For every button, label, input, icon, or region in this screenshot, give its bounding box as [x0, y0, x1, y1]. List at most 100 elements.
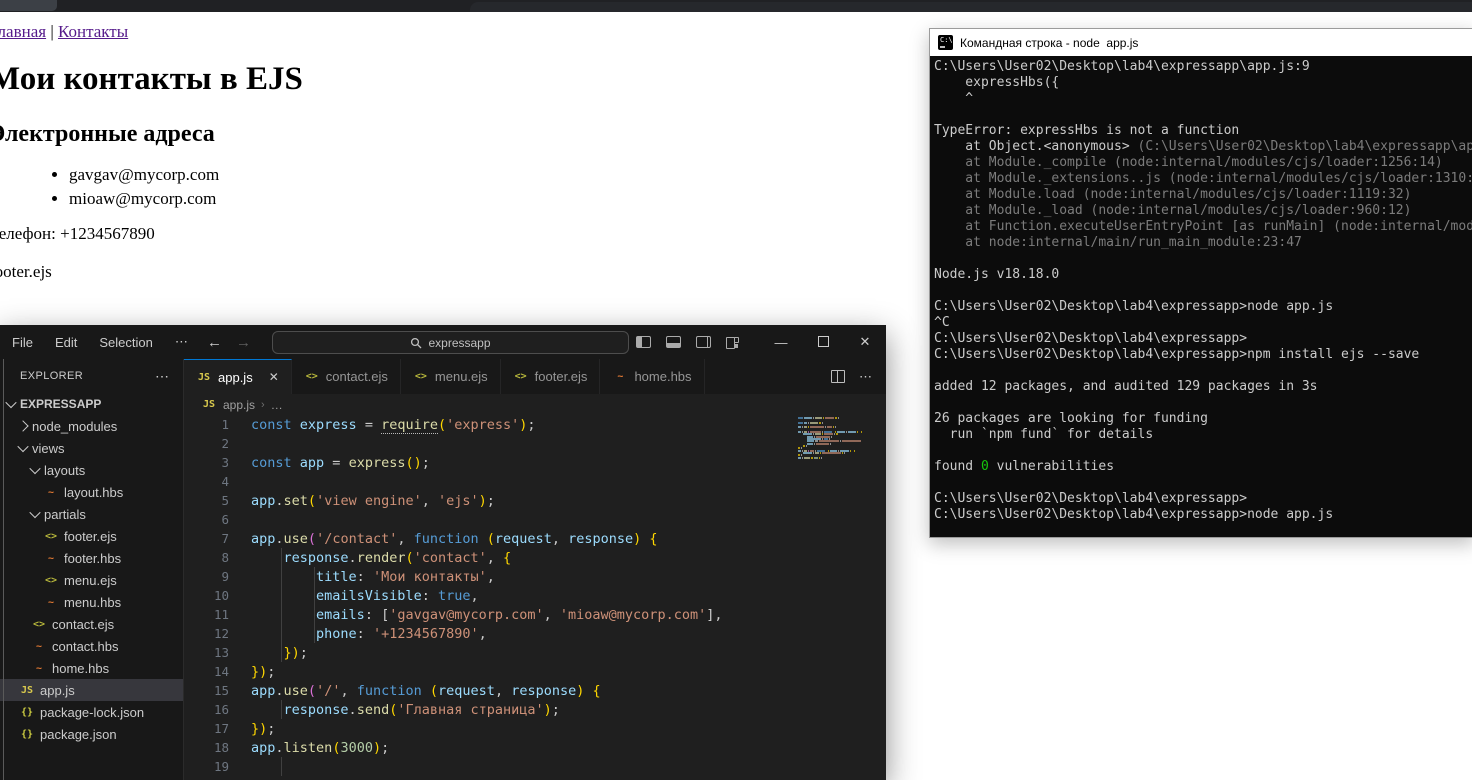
- minimap[interactable]: [798, 417, 862, 461]
- code-line-12[interactable]: 12 phone: '+1234567890',: [184, 624, 886, 643]
- tree-item-layout.hbs[interactable]: ~layout.hbs: [0, 481, 183, 503]
- footer-line: footer.ejs: [0, 262, 929, 282]
- tab-label: contact.ejs: [326, 369, 388, 384]
- close-button[interactable]: ✕: [844, 334, 886, 350]
- code-line-3[interactable]: 3const app = express();: [184, 453, 886, 472]
- tree-item-home.hbs[interactable]: ~home.hbs: [0, 657, 183, 679]
- code-line-7[interactable]: 7app.use('/contact', function (request, …: [184, 529, 886, 548]
- editor-tab-app.js[interactable]: JSapp.js✕: [184, 359, 292, 394]
- nav-link-contacts[interactable]: Контакты: [58, 22, 128, 41]
- code-line-8[interactable]: 8 response.render('contact', {: [184, 548, 886, 567]
- breadcrumb[interactable]: JS app.js › …: [184, 394, 886, 415]
- code-line-11[interactable]: 11 emails: ['gavgav@mycorp.com', 'mioaw@…: [184, 605, 886, 624]
- chevron-right-icon: ›: [261, 399, 265, 411]
- editor-tab-contact.ejs[interactable]: <>contact.ejs: [292, 359, 401, 394]
- terminal-line: at Module._load (node:internal/modules/c…: [934, 203, 1472, 219]
- editor-tab-home.hbs[interactable]: ~home.hbs: [600, 359, 704, 394]
- menu-item-file[interactable]: File: [1, 335, 44, 350]
- window-controls: — ✕: [760, 325, 886, 359]
- code-line-16[interactable]: 16 response.send('Главная страница');: [184, 700, 886, 719]
- tree-item-label: views: [32, 441, 65, 456]
- forward-arrow-icon[interactable]: →: [236, 334, 251, 351]
- code-line-14[interactable]: 14});: [184, 662, 886, 681]
- editor-tab-footer.ejs[interactable]: <>footer.ejs: [501, 359, 601, 394]
- layout-controls: [636, 325, 740, 359]
- code-line-6[interactable]: 6: [184, 510, 886, 529]
- code-line-18[interactable]: 18app.listen(3000);: [184, 738, 886, 757]
- nav-link-home[interactable]: Главная: [0, 22, 46, 41]
- code-line-4[interactable]: 4: [184, 472, 886, 491]
- tree-item-app.js[interactable]: JSapp.js: [0, 679, 183, 701]
- terminal-line: at Module._extensions..js (node:internal…: [934, 171, 1472, 187]
- tree-item-menu.ejs[interactable]: <>menu.ejs: [0, 569, 183, 591]
- cmd-output[interactable]: C:\Users\User02\Desktop\lab4\expressapp\…: [930, 56, 1472, 537]
- code-line-5[interactable]: 5app.set('view engine', 'ejs');: [184, 491, 886, 510]
- terminal-line: at Object.<anonymous> (C:\Users\User02\D…: [934, 139, 1472, 155]
- line-number: 3: [184, 455, 229, 470]
- code-line-2[interactable]: 2: [184, 434, 886, 453]
- tree-item-package-lock.json[interactable]: {}package-lock.json: [0, 701, 183, 723]
- code-line-9[interactable]: 9 title: 'Мои контакты',: [184, 567, 886, 586]
- editor-tab-menu.ejs[interactable]: <>menu.ejs: [401, 359, 501, 394]
- browser-tab-fragment-right[interactable]: [470, 2, 1472, 12]
- line-number: 7: [184, 531, 229, 546]
- tree-item-contact.hbs[interactable]: ~contact.hbs: [0, 635, 183, 657]
- line-number: 17: [184, 721, 229, 736]
- menu-item-⋯[interactable]: ⋯: [164, 334, 199, 350]
- menu-item-selection[interactable]: Selection: [88, 335, 163, 350]
- code-line-1[interactable]: 1const express = require('express');: [184, 415, 886, 434]
- code-line-19[interactable]: 19: [184, 757, 886, 776]
- line-number: 8: [184, 550, 229, 565]
- code-line-17[interactable]: 17});: [184, 719, 886, 738]
- terminal-line: C:\Users\User02\Desktop\lab4\expressapp>…: [934, 347, 1472, 363]
- back-arrow-icon[interactable]: ←: [207, 334, 222, 351]
- cmd-title-bar[interactable]: Командная строка - node app.js: [930, 29, 1472, 56]
- tree-item-views[interactable]: views: [0, 437, 183, 459]
- line-number: 9: [184, 569, 229, 584]
- maximize-button[interactable]: [802, 335, 844, 350]
- split-editor-icon[interactable]: [831, 370, 845, 383]
- terminal-line: at Function.executeUserEntryPoint [as ru…: [934, 219, 1472, 235]
- terminal-line: [934, 475, 1472, 491]
- minimize-button[interactable]: —: [760, 335, 802, 350]
- close-icon[interactable]: ✕: [269, 370, 279, 384]
- browser-tab-fragment[interactable]: [0, 0, 57, 11]
- terminal-line: run `npm fund` for details: [934, 427, 1472, 443]
- code-line-10[interactable]: 10 emailsVisible: true,: [184, 586, 886, 605]
- ejs-file-icon: <>: [43, 575, 59, 586]
- tree-root-expressapp[interactable]: EXPRESSAPP: [0, 393, 183, 415]
- tree-item-layouts[interactable]: layouts: [0, 459, 183, 481]
- code-line-15[interactable]: 15app.use('/', function (request, respon…: [184, 681, 886, 700]
- menu-item-edit[interactable]: Edit: [44, 335, 88, 350]
- explorer-more-actions[interactable]: ⋯: [155, 368, 169, 385]
- tree-item-package.json[interactable]: {}package.json: [0, 723, 183, 745]
- command-center-search[interactable]: expressapp: [272, 331, 629, 354]
- code-text: response.render('contact', {: [229, 550, 511, 566]
- toggle-secondary-sidebar-icon[interactable]: [696, 336, 711, 348]
- tree-item-footer.hbs[interactable]: ~footer.hbs: [0, 547, 183, 569]
- tree-item-partials[interactable]: partials: [0, 503, 183, 525]
- toggle-sidebar-icon[interactable]: [636, 336, 651, 348]
- tree-item-label: footer.ejs: [64, 529, 117, 544]
- tree-item-footer.ejs[interactable]: <>footer.ejs: [0, 525, 183, 547]
- tree-item-label: menu.hbs: [64, 595, 121, 610]
- chevron-down-icon: [29, 507, 40, 518]
- customize-layout-icon[interactable]: [726, 336, 740, 348]
- tree-item-menu.hbs[interactable]: ~menu.hbs: [0, 591, 183, 613]
- tree-item-label: node_modules: [32, 419, 117, 434]
- vscode-title-bar: FileEditSelection⋯ ← → expressapp — ✕: [0, 325, 886, 359]
- tree-item-contact.ejs[interactable]: <>contact.ejs: [0, 613, 183, 635]
- code-line-13[interactable]: 13 });: [184, 643, 886, 662]
- line-number: 5: [184, 493, 229, 508]
- tree-item-label: layout.hbs: [64, 485, 123, 500]
- code-text: emailsVisible: true,: [229, 588, 479, 604]
- list-item: mioaw@mycorp.com: [69, 189, 929, 209]
- page-nav: Главная | Контакты: [0, 22, 929, 42]
- terminal-line: C:\Users\User02\Desktop\lab4\expressapp>: [934, 331, 1472, 347]
- terminal-line: [934, 283, 1472, 299]
- toggle-panel-icon[interactable]: [666, 336, 681, 348]
- code-text: });: [229, 645, 308, 661]
- tree-item-node_modules[interactable]: node_modules: [0, 415, 183, 437]
- more-actions-icon[interactable]: ⋯: [859, 369, 872, 385]
- code-editor[interactable]: 1const express = require('express');23co…: [184, 415, 886, 776]
